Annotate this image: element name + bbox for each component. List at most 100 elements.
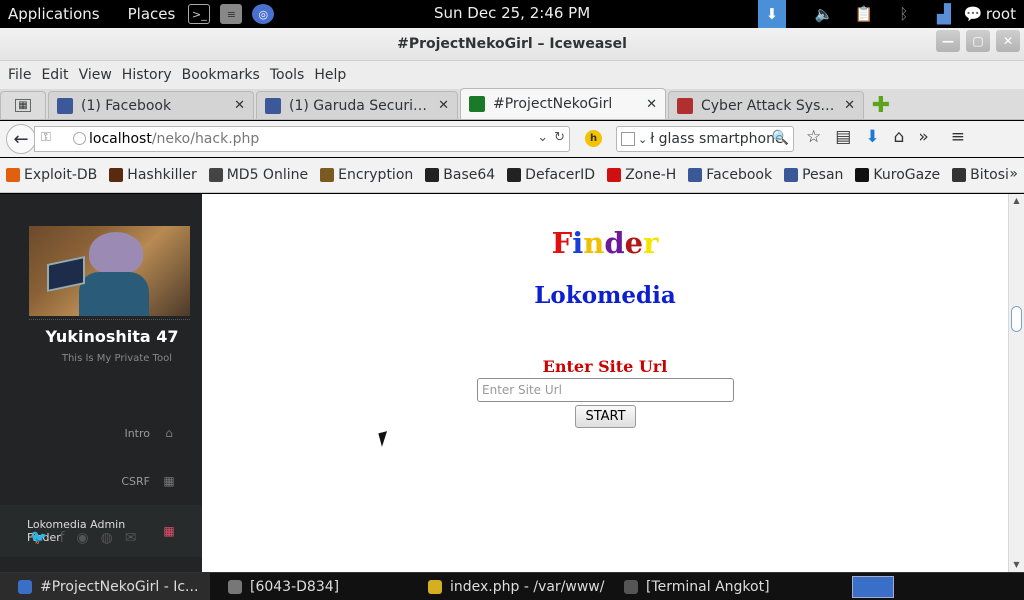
- taskbar-window-3[interactable]: index.php - /var/www/...: [410, 573, 606, 600]
- scroll-thumb[interactable]: [1011, 306, 1022, 332]
- tab-title: Cyber Attack System: [701, 97, 837, 114]
- tab-close-icon[interactable]: ✕: [430, 98, 449, 113]
- grid-icon: ▦: [163, 524, 175, 538]
- bookmark-defacerid[interactable]: DefacerID: [507, 167, 595, 183]
- search-bar[interactable]: ⌄ ł glass smartphone 🔍: [616, 126, 794, 152]
- hola-extension-icon[interactable]: h: [585, 130, 602, 147]
- applications-menu[interactable]: Applications: [0, 5, 108, 23]
- reload-icon[interactable]: ↻: [554, 130, 565, 145]
- facebook-icon: [688, 168, 703, 182]
- menu-history[interactable]: History: [117, 67, 177, 83]
- github-icon[interactable]: ◉: [76, 530, 88, 546]
- clipboard-icon[interactable]: 📋: [844, 0, 884, 28]
- flame-icon: [6, 168, 20, 182]
- site-identity-icon[interactable]: ⚿: [41, 130, 51, 145]
- dribbble-icon[interactable]: ◍: [101, 530, 113, 546]
- tab-4[interactable]: Cyber Attack System ✕: [668, 91, 864, 119]
- network-signal-icon[interactable]: ▟: [924, 0, 964, 28]
- finder-letter: n: [583, 226, 605, 260]
- main-content: Finder Lokomedia Enter Site Url START: [202, 194, 1008, 572]
- browser-launcher-icon[interactable]: ◎: [252, 4, 275, 24]
- facebook-icon[interactable]: f: [59, 530, 64, 546]
- bookmark-md5-online[interactable]: MD5 Online: [208, 167, 308, 183]
- menu-bar: File Edit View History Bookmarks Tools Help: [0, 61, 1024, 89]
- workspace-switcher[interactable]: [852, 576, 894, 598]
- menu-tools[interactable]: Tools: [265, 67, 310, 83]
- web-page: Yukinoshita 47 This Is My Private Tool I…: [0, 194, 1024, 572]
- email-icon[interactable]: ✉: [125, 530, 137, 546]
- menu-file[interactable]: File: [3, 67, 36, 83]
- bookmark-zone-h[interactable]: Zone-H: [607, 167, 676, 183]
- search-engine-icon[interactable]: [621, 132, 635, 146]
- close-button[interactable]: ✕: [996, 30, 1020, 52]
- taskbar: #ProjectNekoGirl - Ic... [6043-D834] index…: [0, 572, 1024, 600]
- download-indicator-icon[interactable]: ⬇: [757, 0, 786, 28]
- search-icon[interactable]: 🔍: [772, 130, 789, 146]
- hamburger-menu-icon[interactable]: ≡: [951, 127, 965, 147]
- bookmark-bitosi[interactable]: Bitosi: [952, 167, 1009, 183]
- mouse-cursor-icon: [378, 431, 391, 447]
- bookmark-facebook[interactable]: Facebook: [688, 167, 772, 183]
- hashkiller-icon: [109, 168, 124, 182]
- tab-close-icon[interactable]: ✕: [638, 97, 657, 112]
- window-title: #ProjectNekoGirl – Iceweasel: [397, 36, 627, 52]
- menu-help[interactable]: Help: [309, 67, 351, 83]
- scroll-down-icon[interactable]: ▼: [1009, 558, 1024, 572]
- bookmark-pesan[interactable]: Pesan: [784, 167, 843, 183]
- back-button[interactable]: ←: [6, 124, 36, 154]
- finder-letter: F: [551, 226, 573, 260]
- bookmarks-list-icon[interactable]: ▤: [835, 127, 851, 147]
- bookmark-star-icon[interactable]: ☆: [806, 127, 821, 147]
- bookmark-kurogaze[interactable]: KuroGaze: [855, 167, 940, 183]
- taskbar-window-4[interactable]: [Terminal Angkot]: [606, 573, 826, 600]
- minimize-button[interactable]: —: [936, 30, 960, 52]
- chat-icon[interactable]: 💬: [964, 0, 983, 28]
- volume-muted-icon[interactable]: 🔈: [804, 0, 844, 28]
- tab-1[interactable]: (1) Facebook ✕: [48, 91, 254, 119]
- user-menu[interactable]: root: [982, 0, 1024, 28]
- menu-bookmarks[interactable]: Bookmarks: [177, 67, 265, 83]
- bookmark-exploit-db[interactable]: Exploit-DB: [6, 167, 97, 183]
- tab-close-icon[interactable]: ✕: [836, 98, 855, 113]
- start-button[interactable]: START: [575, 405, 636, 428]
- site-url-input[interactable]: [477, 378, 734, 402]
- sidebar-item-csrf[interactable]: CSRF ▦: [121, 474, 176, 488]
- page-scrollbar[interactable]: ▲ ▼: [1008, 194, 1024, 572]
- sidebar-item-intro[interactable]: Intro ⌂: [124, 426, 176, 440]
- places-menu[interactable]: Places: [120, 5, 184, 23]
- twitter-icon[interactable]: 🐦: [30, 530, 47, 546]
- tab-2[interactable]: (1) Garuda Security ... ✕: [256, 91, 458, 119]
- terminal-launcher-icon[interactable]: >_: [188, 4, 211, 24]
- tab-groups-button[interactable]: ▦: [0, 91, 46, 119]
- maximize-button[interactable]: ▢: [966, 30, 990, 52]
- home-icon[interactable]: ⌂: [894, 127, 905, 147]
- finder-letter: d: [604, 226, 625, 260]
- system-tray: ⬇ 🔈 📋 ᛒ ▟ 💬 root: [757, 0, 1024, 28]
- tab-close-icon[interactable]: ✕: [226, 98, 245, 113]
- new-tab-button[interactable]: ✚: [866, 91, 896, 119]
- downloads-icon[interactable]: ⬇: [865, 127, 879, 147]
- bookmarks-overflow-icon[interactable]: »: [1009, 166, 1018, 182]
- search-engine-dropdown-icon[interactable]: ⌄: [638, 133, 647, 146]
- defacer-icon: [507, 168, 522, 182]
- url-history-dropdown-icon[interactable]: ⌄: [537, 130, 548, 145]
- bluetooth-icon[interactable]: ᛒ: [884, 0, 924, 28]
- scroll-up-icon[interactable]: ▲: [1009, 194, 1024, 208]
- taskbar-window-1[interactable]: #ProjectNekoGirl - Ic...: [0, 572, 210, 600]
- menu-view[interactable]: View: [74, 67, 117, 83]
- taskbar-window-2[interactable]: [6043-D834]: [210, 573, 410, 600]
- window-titlebar: #ProjectNekoGirl – Iceweasel — ▢ ✕: [0, 28, 1024, 61]
- bookmark-encryption[interactable]: Encryption: [320, 167, 413, 183]
- bookmark-base64[interactable]: Base64: [425, 167, 495, 183]
- bookmark-label: Hashkiller: [127, 167, 197, 183]
- menu-edit[interactable]: Edit: [36, 67, 73, 83]
- window-icon: [18, 579, 32, 594]
- tab-3[interactable]: #ProjectNekoGirl ✕: [460, 88, 666, 119]
- bookmark-label: Bitosi: [970, 167, 1009, 183]
- panel-clock[interactable]: Sun Dec 25, 2:46 PM: [434, 4, 590, 22]
- overflow-chevron-icon[interactable]: »: [918, 127, 928, 147]
- bookmark-hashkiller[interactable]: Hashkiller: [109, 167, 197, 183]
- disk-launcher-icon[interactable]: ≡: [220, 4, 243, 24]
- bookmark-label: Base64: [443, 167, 496, 183]
- url-bar[interactable]: ⚿ localhost/neko/hack.php ⌄ ↻: [34, 126, 570, 152]
